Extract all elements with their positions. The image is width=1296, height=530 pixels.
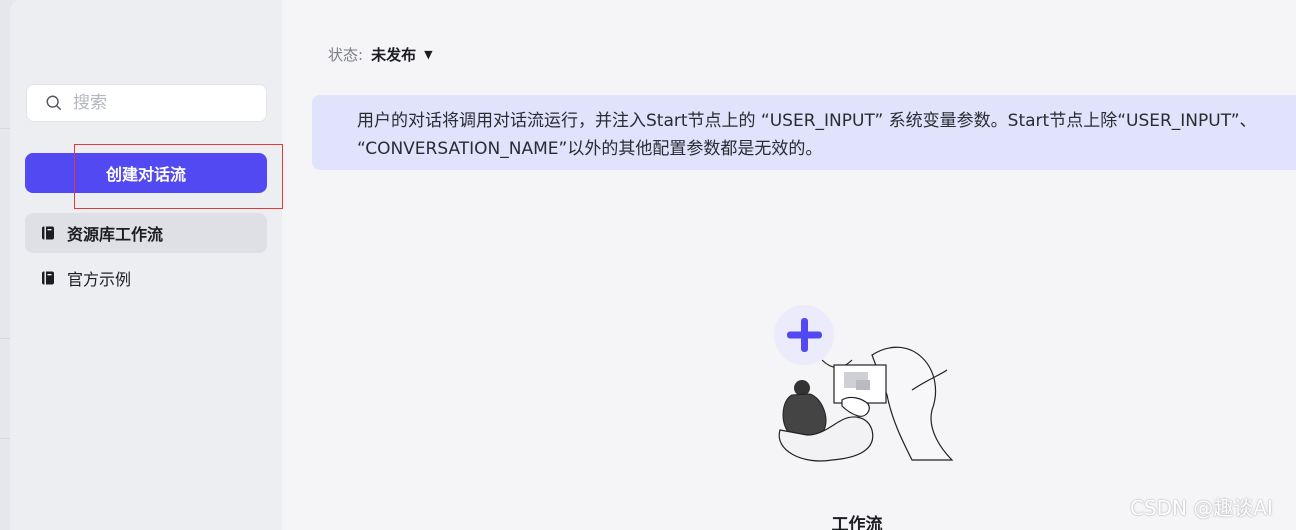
background-divider <box>0 438 10 439</box>
book-icon <box>42 271 54 285</box>
background-divider <box>0 338 10 339</box>
search-box[interactable] <box>26 84 267 122</box>
empty-state-title: 工作流 <box>831 515 883 530</box>
background-divider <box>0 128 10 129</box>
sidebar-item-library-workflows[interactable]: 资源库工作流 <box>25 213 267 253</box>
search-icon <box>46 95 62 111</box>
notice-line: “CONVERSATION_NAME”以外的其他配置参数都是无效的。 <box>357 139 823 159</box>
status-label: 状态: <box>328 46 364 64</box>
sidebar: 创建对话流 资源库工作流 官方示例 <box>10 0 282 530</box>
status-value: 未发布 <box>371 46 417 64</box>
empty-state-illustration <box>774 305 954 462</box>
sidebar-item-label: 资源库工作流 <box>67 225 164 244</box>
notice-line: 用户的对话将调用对话流运行，并注入Start节点上的 “USER_INPUT” … <box>357 111 1257 131</box>
main-panel: 状态: 未发布 ▼ 用户的对话将调用对话流运行，并注入Start节点上的 “US… <box>282 0 1296 530</box>
caret-down-icon: ▼ <box>424 48 433 61</box>
sidebar-item-official-examples[interactable]: 官方示例 <box>25 258 267 298</box>
info-notice: 用户的对话将调用对话流运行，并注入Start节点上的 “USER_INPUT” … <box>312 95 1296 170</box>
search-input[interactable] <box>73 93 253 113</box>
book-icon <box>42 226 54 240</box>
workflow-modal: 创建对话流 资源库工作流 官方示例 状态: 未发布 ▼ 用户的对话将调用对话 <box>10 0 1296 530</box>
watermark: CSDN @趣谈AI <box>1130 496 1273 520</box>
create-chatflow-button[interactable]: 创建对话流 <box>25 153 267 193</box>
sidebar-item-label: 官方示例 <box>67 270 132 289</box>
status-filter[interactable]: 状态: 未发布 ▼ <box>328 44 433 65</box>
